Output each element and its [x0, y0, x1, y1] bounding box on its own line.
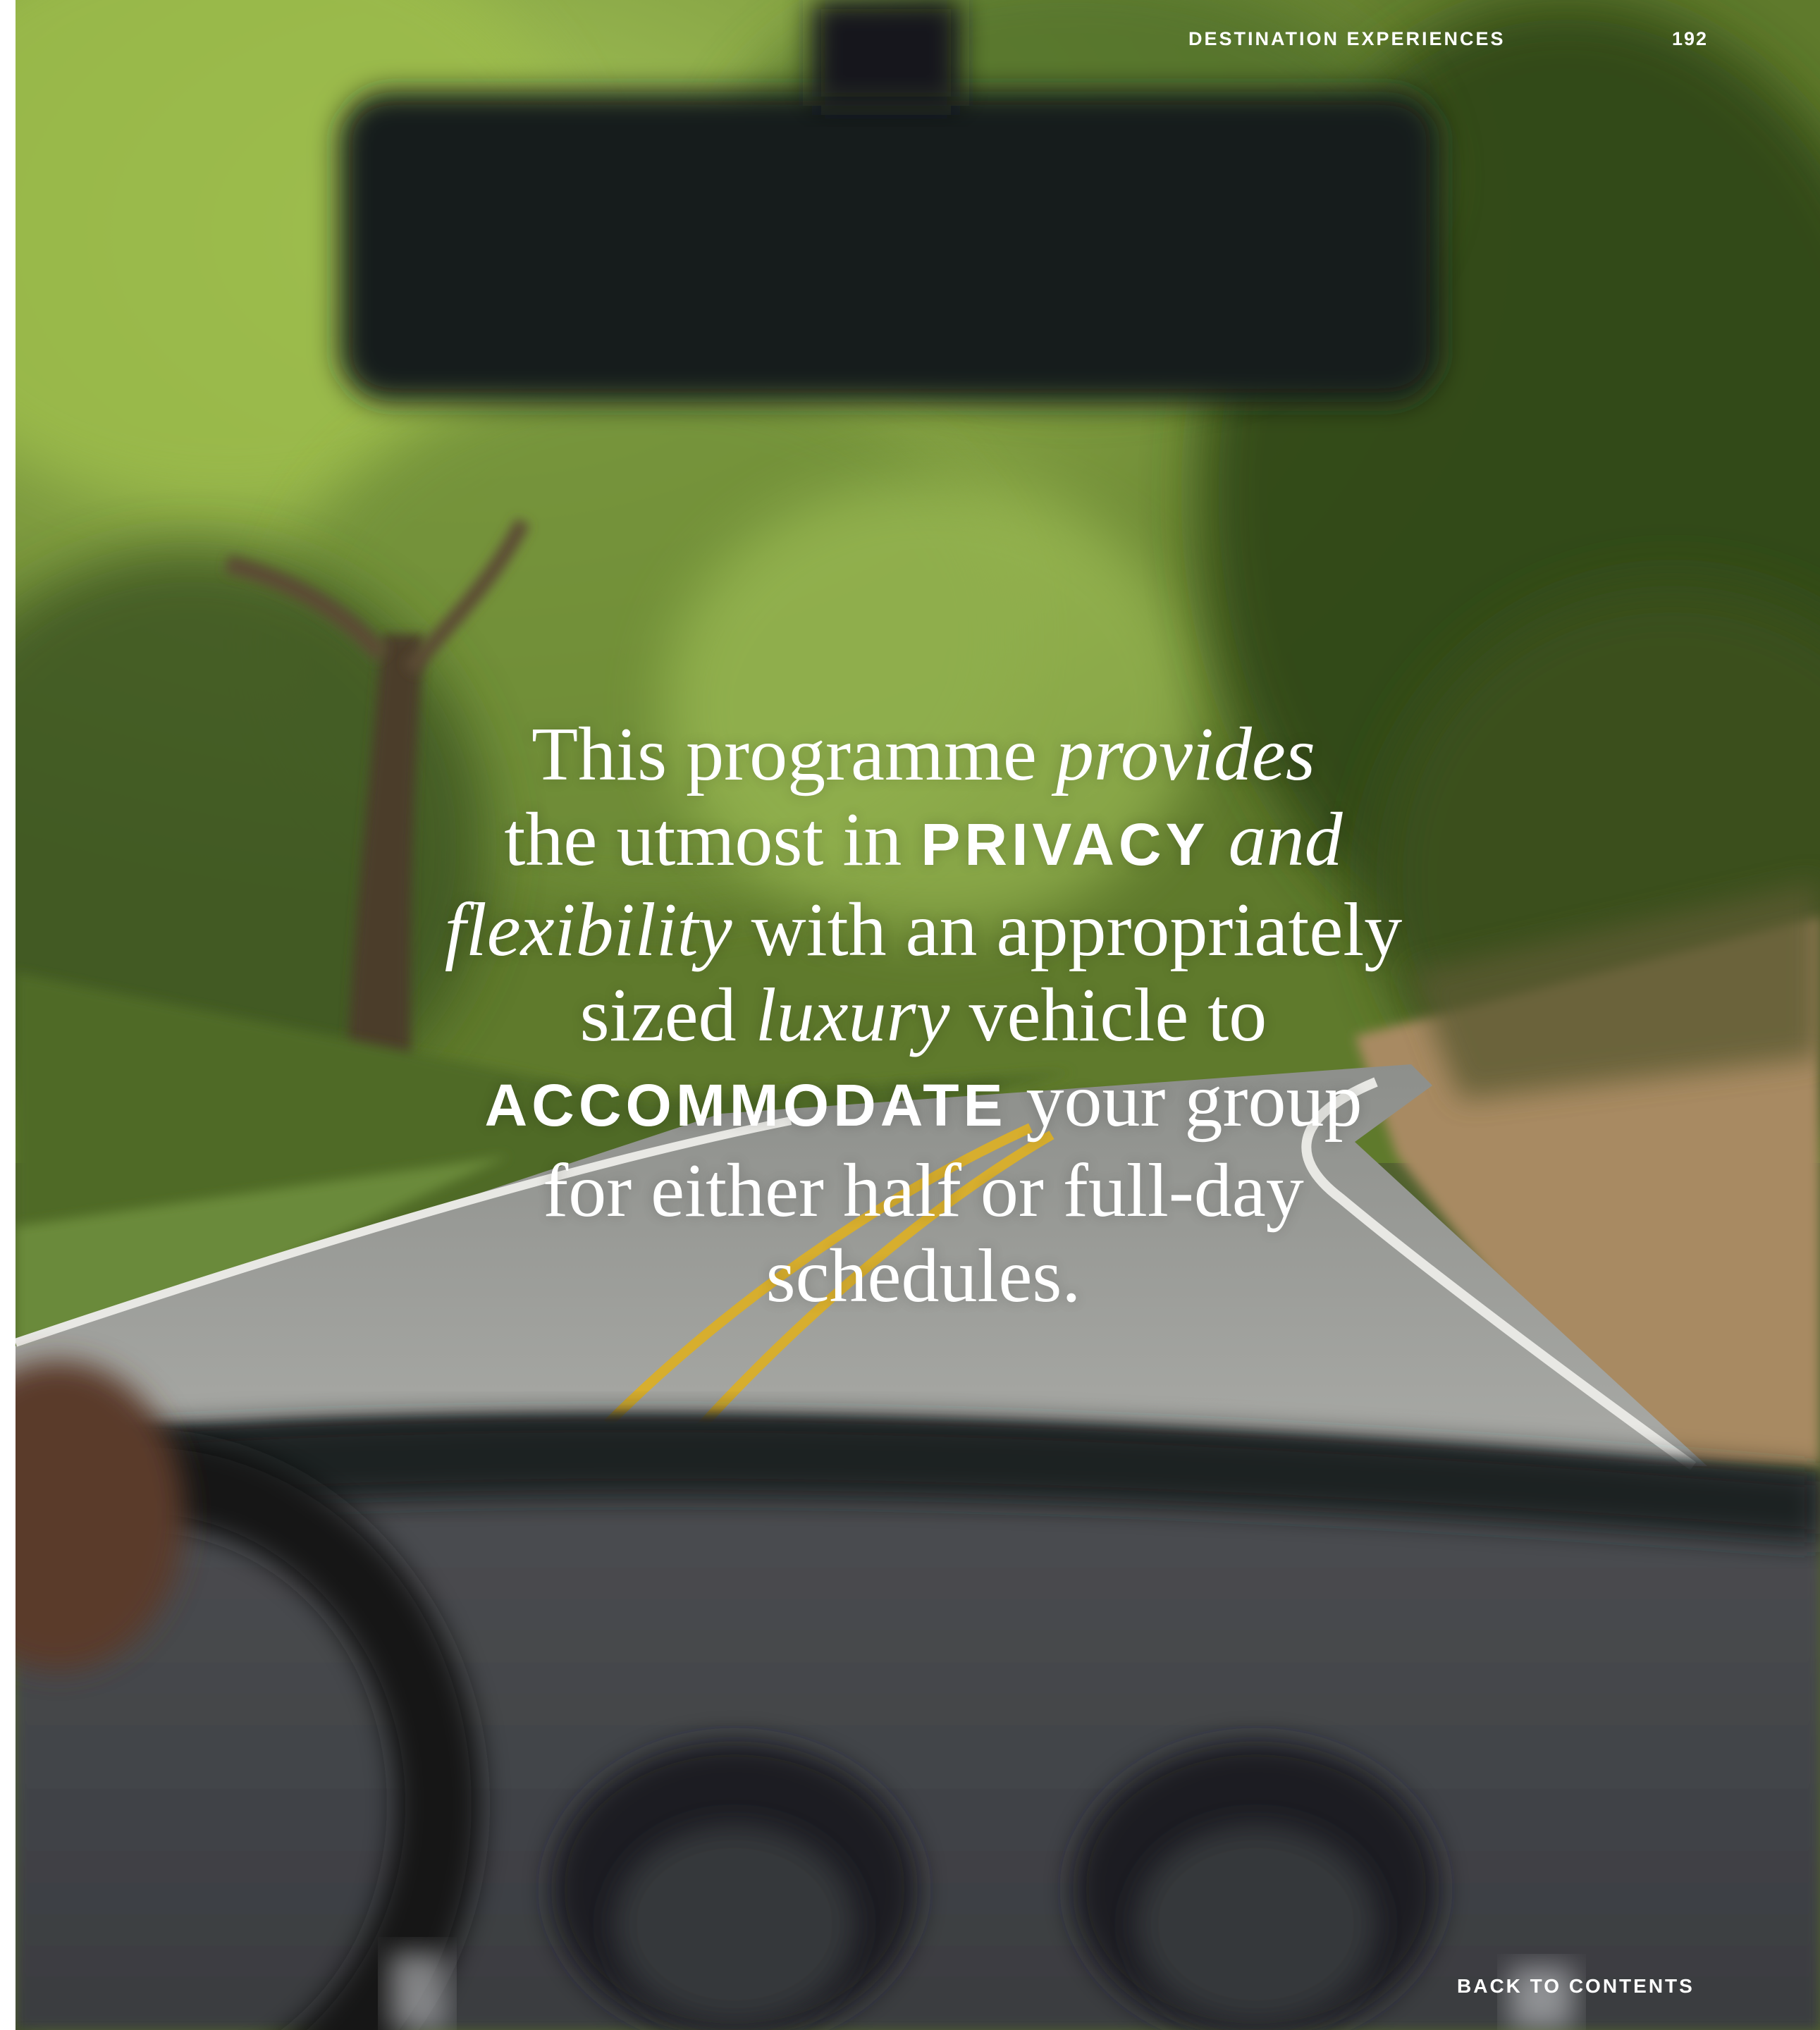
- quote-emphasis: flexibility: [444, 888, 732, 972]
- brochure-page: DESTINATION EXPERIENCES 192 This program…: [0, 0, 1820, 2030]
- quote-line-1: This programme provides: [204, 712, 1642, 797]
- quote-keyword-accommodate: ACCOMMODATE: [484, 1072, 1007, 1138]
- quote-line-3: flexibility with an appropriately: [204, 887, 1642, 973]
- quote-text: your group: [1007, 1059, 1363, 1143]
- quote-text: vehicle to: [949, 973, 1267, 1057]
- quote-line-4: sized luxury vehicle to: [204, 973, 1642, 1058]
- quote-text: the utmost in: [504, 798, 921, 882]
- quote-emphasis: and: [1209, 798, 1343, 882]
- quote-text: with an appropriately: [732, 888, 1403, 972]
- section-title: DESTINATION EXPERIENCES: [1188, 28, 1506, 49]
- quote-emphasis: provides: [1055, 713, 1315, 796]
- pull-quote: This programme provides the utmost in PR…: [204, 712, 1642, 1319]
- quote-keyword-privacy: PRIVACY: [921, 811, 1210, 878]
- quote-line-5: ACCOMMODATE your group: [204, 1058, 1642, 1148]
- quote-text: sized: [579, 973, 756, 1057]
- quote-emphasis: luxury: [755, 973, 950, 1057]
- quote-line-6: for either half or full-day: [543, 1149, 1304, 1233]
- quote-line-2: the utmost in PRIVACY and: [204, 797, 1642, 887]
- back-to-contents-link[interactable]: BACK TO CONTENTS: [1457, 1975, 1695, 1998]
- quote-text: This programme: [531, 713, 1056, 796]
- page-number: 192: [1672, 28, 1709, 49]
- quote-line-7: schedules.: [765, 1234, 1081, 1318]
